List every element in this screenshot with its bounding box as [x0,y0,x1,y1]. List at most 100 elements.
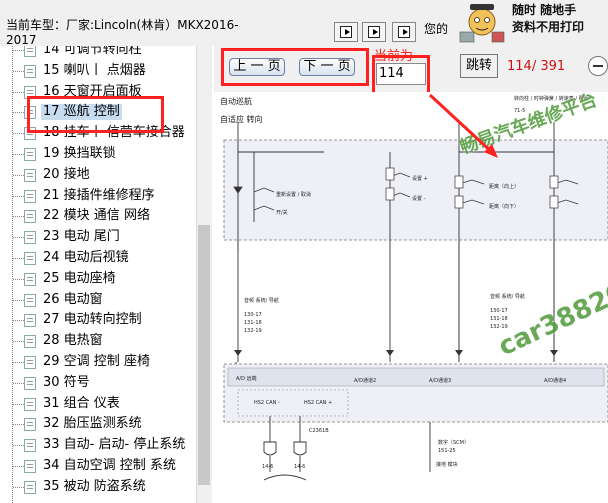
first-page-button[interactable] [334,22,358,42]
sidebar-item[interactable]: 32 胎压监测系统 [0,414,196,435]
tree-branch-line [13,133,24,135]
sidebar-item[interactable]: 20 接地 [0,165,196,186]
sidebar-item-label: 23 电动 尾门 [43,229,120,245]
sidebar-item[interactable]: 15 喇叭丨 点烟器 [0,61,196,82]
sidebar-item[interactable]: 31 组合 仪表 [0,394,196,415]
sidebar-item-label: 27 电动转向控制 [43,312,142,328]
tree-branch-line [13,466,24,467]
next-page-icon [398,26,410,38]
window-header: 当前车型：厂家:Lincoln(林肯）MKX2016-2017 您的 随时 随地… [0,0,608,47]
module-label-ch2: A/D通道2 [354,377,376,384]
tree-branch-line [13,112,24,114]
folder-node-icon [24,64,36,78]
tree-branch-line [13,299,24,301]
sidebar-item[interactable]: 30 符号 [0,373,196,394]
can-label-high: HS2 CAN + [304,400,332,406]
sidebar-item-label: 32 胎压监测系统 [43,416,142,432]
sidebar-item-label: 33 自动- 启动- 停止系统 [43,437,186,453]
tree-branch-line [13,486,24,488]
mid-label-audio-2: 音频 系统/ 导航 [490,293,525,300]
car-model-title: 当前车型：厂家:Lincoln(林肯）MKX2016-2017 [6,18,239,47]
switch-label-onoff: 开/关 [276,209,288,216]
zoom-out-button[interactable] [588,56,608,76]
sidebar-item-label: 31 组合 仪表 [43,395,120,411]
module-label-ch3: A/D通道3 [429,377,451,384]
wiring-diagram-svg: 自动巡航 自适应 转向 转向柱 / 时钟弹簧 / 转速表 / 照明 71-5 重… [220,95,608,481]
sidebar-item-label: 25 电动座椅 [43,270,116,286]
folder-node-icon [24,314,36,328]
mid-label-ref-5: 131-18 [490,316,508,322]
module-label-remote: A/D 远端 [236,375,257,382]
folder-node-icon [24,460,36,473]
tree-branch-line [13,445,24,447]
prev-page-icon [368,26,380,38]
sidebar-item[interactable]: 19 换挡联锁 [0,144,196,165]
sidebar-item[interactable]: 29 空调 控制 座椅 [0,352,196,373]
tree-branch-line [13,195,24,197]
mid-label-ref-3: 132-19 [244,328,262,334]
sidebar-item[interactable]: 23 电动 尾门 [0,227,196,248]
tree-branch-line [13,362,24,363]
sidebar-item-label: 15 喇叭丨 点烟器 [43,62,146,78]
sidebar-item[interactable]: 14 可调节转向柱 [0,46,196,61]
mid-label-ref-2: 131-18 [244,320,262,326]
folder-node-icon [24,46,36,57]
sidebar-item-label: 29 空调 控制 座椅 [43,354,150,369]
last-page-button[interactable] [392,22,416,42]
ad-line-1: 随时 随地手 [512,3,577,17]
sidebar-item[interactable]: 25 电动座椅 [0,269,196,290]
bottom-label-code: 151-25 [438,448,456,454]
can-label-low: HS2 CAN - [254,400,280,406]
folder-node-icon [24,252,36,265]
folder-node-icon [24,335,36,349]
sidebar-item[interactable]: 26 电动窗 [0,290,196,311]
sidebar-item-label: 21 接插件维修程序 [43,187,155,203]
tree-branch-line [13,278,24,280]
sidebar-item[interactable]: 28 电热窗 [0,331,196,352]
sidebar-item[interactable]: 33 自动- 启动- 停止系统 [0,435,196,456]
tree-branch-line [13,382,24,384]
tree-branch-line [13,70,24,72]
switch-label-distance-down: 距离（向下） [489,203,519,210]
mid-label-ref-4: 130-17 [490,308,508,314]
folder-node-icon [24,418,36,432]
tree-branch-line [13,237,24,239]
sidebar-item-label: 22 模块 通信 网络 [43,208,150,224]
ad-line-2: 资料不用打印 [512,20,585,34]
sidebar-item[interactable]: 24 电动后视镜 [0,248,196,269]
jump-button[interactable]: 跳转 [460,54,498,78]
tree-branch-line [13,320,24,322]
diagram-subtitle: 自适应 转向 [220,114,263,124]
sidebar-item[interactable]: 34 自动空调 控制 系统 [0,456,196,477]
switch-label-set-minus: 设置 - [412,195,426,202]
ad-text: 随时 随地手 资料不用打印 [512,2,584,36]
bottom-label-pin-2: 14-6 [294,464,305,470]
bottom-label-scm: 数字（SCM） [438,439,469,446]
tree-branch-line [13,403,24,405]
tree-branch-line [13,91,24,93]
sidebar-item[interactable]: 22 模块 通信 网络 [0,206,196,227]
sidebar-scroll-thumb[interactable] [198,225,210,485]
folder-node-icon [24,356,36,369]
sidebar-item-label: 14 可调节转向柱 [43,46,142,57]
tree-branch-line [13,216,24,218]
wiring-diagram: 自动巡航 自适应 转向 转向柱 / 时钟弹簧 / 转速表 / 照明 71-5 重… [214,92,608,503]
fit-page-button[interactable] [362,22,386,42]
switch-label-set-plus: 设置 + [412,175,428,182]
bottom-label-ground: 接地 模块 [436,461,458,468]
sidebar-item[interactable]: 35 被动 防盗系统 [0,477,196,498]
sidebar-item-label: 34 自动空调 控制 系统 [43,458,176,473]
tree-branch-line [13,50,24,51]
tree-branch-line [13,174,24,176]
header-hint: 您的 [424,22,449,36]
folder-node-icon [24,480,36,494]
sidebar-item[interactable]: 21 接插件维修程序 [0,186,196,207]
selected-item-annotation-box [27,96,164,133]
switch-label-reset: 重新设置 / 取消 [276,191,311,198]
bottom-label-pin-1: 14-6 [262,464,273,470]
page-count: 114/ 391 [507,59,566,74]
sidebar-item[interactable]: 27 电动转向控制 [0,310,196,331]
diagram-title: 自动巡航 [220,96,252,106]
sidebar-item-label: 19 换挡联锁 [43,146,116,161]
tree-branch-line [13,258,24,259]
